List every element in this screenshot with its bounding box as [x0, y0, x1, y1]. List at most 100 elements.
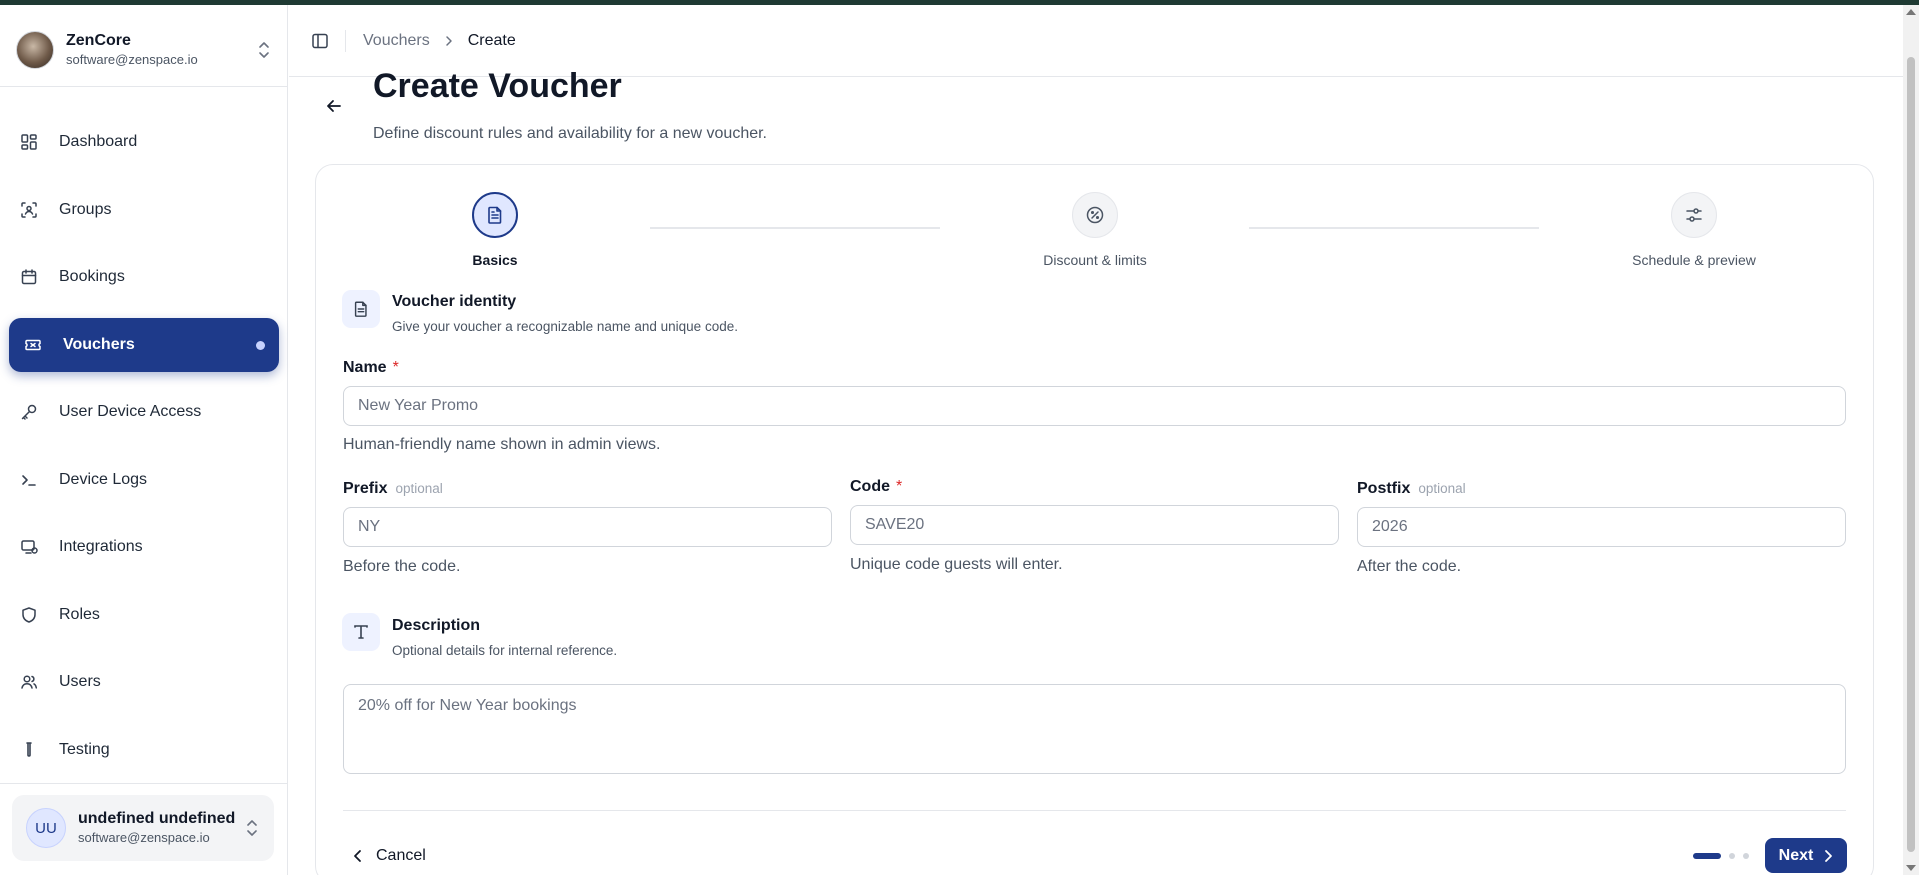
- users-icon: [20, 673, 38, 691]
- sidebar-item-label: Vouchers: [63, 335, 135, 353]
- user-email: software@zenspace.io: [78, 830, 210, 845]
- org-avatar: [16, 31, 54, 69]
- postfix-help-text: After the code.: [1357, 558, 1462, 575]
- chevrons-up-down-icon: [256, 40, 272, 60]
- sidebar-item-testing[interactable]: Testing: [9, 723, 279, 777]
- code-input[interactable]: [850, 505, 1339, 545]
- sidebar: ZenCore software@zenspace.io Dashboard G…: [0, 5, 288, 875]
- sidebar-item-users[interactable]: Users: [9, 655, 279, 709]
- scroll-up-arrow[interactable]: [1906, 9, 1916, 15]
- step-basics[interactable]: Basics: [445, 192, 545, 268]
- code-help-text: Unique code guests will enter.: [850, 556, 1063, 573]
- percent-badge-icon: [1072, 192, 1118, 238]
- chevrons-up-down-icon: [244, 818, 260, 838]
- user-name: undefined undefined: [78, 810, 236, 827]
- org-email: software@zenspace.io: [66, 52, 198, 67]
- postfix-label: Postfix optional: [1357, 480, 1466, 498]
- groups-icon: [20, 201, 38, 219]
- next-label: Next: [1778, 846, 1814, 864]
- text-icon: [342, 613, 380, 651]
- sidebar-item-vouchers[interactable]: Vouchers: [9, 317, 279, 372]
- active-indicator-dot: [256, 340, 265, 350]
- user-menu[interactable]: UU undefined undefined software@zenspace…: [12, 795, 274, 861]
- progress-dot: [1743, 853, 1749, 859]
- footer-divider: [343, 810, 1846, 811]
- name-label: Name *: [343, 359, 399, 377]
- sidebar-item-label: Testing: [59, 740, 110, 758]
- sidebar-item-label: User Device Access: [59, 403, 202, 420]
- step-label: Schedule & preview: [1632, 252, 1756, 268]
- name-input[interactable]: [343, 386, 1846, 426]
- scroll-thumb[interactable]: [1907, 57, 1915, 852]
- breadcrumb: Vouchers Create: [346, 32, 516, 50]
- optional-tag: optional: [1418, 481, 1466, 496]
- sliders-icon: [1671, 192, 1717, 238]
- optional-tag: optional: [395, 481, 443, 496]
- prefix-label: Prefix optional: [343, 480, 443, 498]
- chevron-right-icon: [1823, 849, 1833, 863]
- next-button[interactable]: Next: [1765, 838, 1847, 873]
- back-arrow-icon[interactable]: [322, 94, 346, 118]
- description-textarea[interactable]: [343, 684, 1846, 774]
- step-connector: [650, 227, 940, 229]
- calendar-icon: [20, 268, 38, 286]
- test-tube-icon: [20, 741, 38, 759]
- shield-icon: [20, 606, 38, 624]
- code-label: Code *: [850, 478, 902, 496]
- breadcrumb-current: Create: [467, 31, 516, 49]
- step-schedule-preview[interactable]: Schedule & preview: [1619, 192, 1769, 268]
- dashboard-icon: [20, 133, 38, 151]
- postfix-input[interactable]: [1357, 507, 1846, 547]
- step-connector: [1249, 227, 1539, 229]
- step-label: Discount & limits: [1043, 252, 1147, 268]
- page-scrollbar[interactable]: [1903, 5, 1919, 875]
- sidebar-item-label: Roles: [59, 605, 100, 623]
- chevron-left-icon: [350, 848, 366, 864]
- org-name: ZenCore: [66, 32, 131, 49]
- progress-dot-active: [1693, 853, 1721, 859]
- terminal-icon: [20, 471, 38, 489]
- page-subtitle: Define discount rules and availability f…: [373, 125, 767, 142]
- cancel-button[interactable]: Cancel: [350, 842, 426, 870]
- field-label-text: Prefix: [343, 480, 388, 497]
- key-icon: [20, 403, 38, 421]
- sidebar-item-label: Dashboard: [59, 133, 138, 150]
- avatar: UU: [26, 808, 66, 848]
- integrations-icon: [20, 538, 38, 556]
- required-asterisk: *: [392, 359, 399, 376]
- breadcrumb-vouchers-link[interactable]: Vouchers: [363, 32, 430, 50]
- prefix-input[interactable]: [343, 507, 832, 547]
- scroll-down-arrow[interactable]: [1906, 865, 1916, 871]
- org-switcher[interactable]: ZenCore software@zenspace.io: [16, 25, 276, 75]
- sidebar-item-roles[interactable]: Roles: [9, 588, 279, 642]
- sidebar-item-bookings[interactable]: Bookings: [9, 250, 279, 304]
- document-icon: [342, 290, 380, 328]
- sidebar-item-device-logs[interactable]: Device Logs: [9, 453, 279, 507]
- sidebar-item-integrations[interactable]: Integrations: [9, 520, 279, 574]
- step-label: Basics: [472, 252, 518, 268]
- sidebar-item-dashboard[interactable]: Dashboard: [9, 115, 279, 169]
- prefix-help-text: Before the code.: [343, 558, 461, 575]
- section-title: Voucher identity: [392, 293, 517, 310]
- ticket-icon: [24, 336, 42, 354]
- progress-dot: [1729, 853, 1735, 859]
- page-title: Create Voucher: [373, 67, 622, 105]
- step-discount-limits[interactable]: Discount & limits: [1030, 192, 1160, 268]
- sidebar-nav: Dashboard Groups Bookings Vouchers User …: [9, 115, 279, 790]
- sidebar-item-user-device-access[interactable]: User Device Access: [9, 385, 279, 439]
- sidebar-item-label: Integrations: [59, 538, 143, 555]
- name-help-text: Human-friendly name shown in admin views…: [343, 436, 661, 453]
- cancel-label: Cancel: [376, 847, 426, 864]
- field-label-text: Code: [850, 478, 890, 495]
- section-title: Description: [392, 617, 481, 634]
- document-icon: [472, 192, 518, 238]
- step-progress-indicator: [1693, 853, 1749, 859]
- sidebar-item-groups[interactable]: Groups: [9, 183, 279, 237]
- section-description: Optional details for internal reference.: [392, 643, 618, 658]
- chevron-right-icon: [444, 35, 454, 47]
- sidebar-item-label: Users: [59, 673, 101, 690]
- sidebar-divider: [0, 86, 288, 87]
- field-label-text: Name: [343, 359, 387, 376]
- sidebar-toggle-icon[interactable]: [309, 30, 331, 52]
- sidebar-divider: [0, 783, 288, 784]
